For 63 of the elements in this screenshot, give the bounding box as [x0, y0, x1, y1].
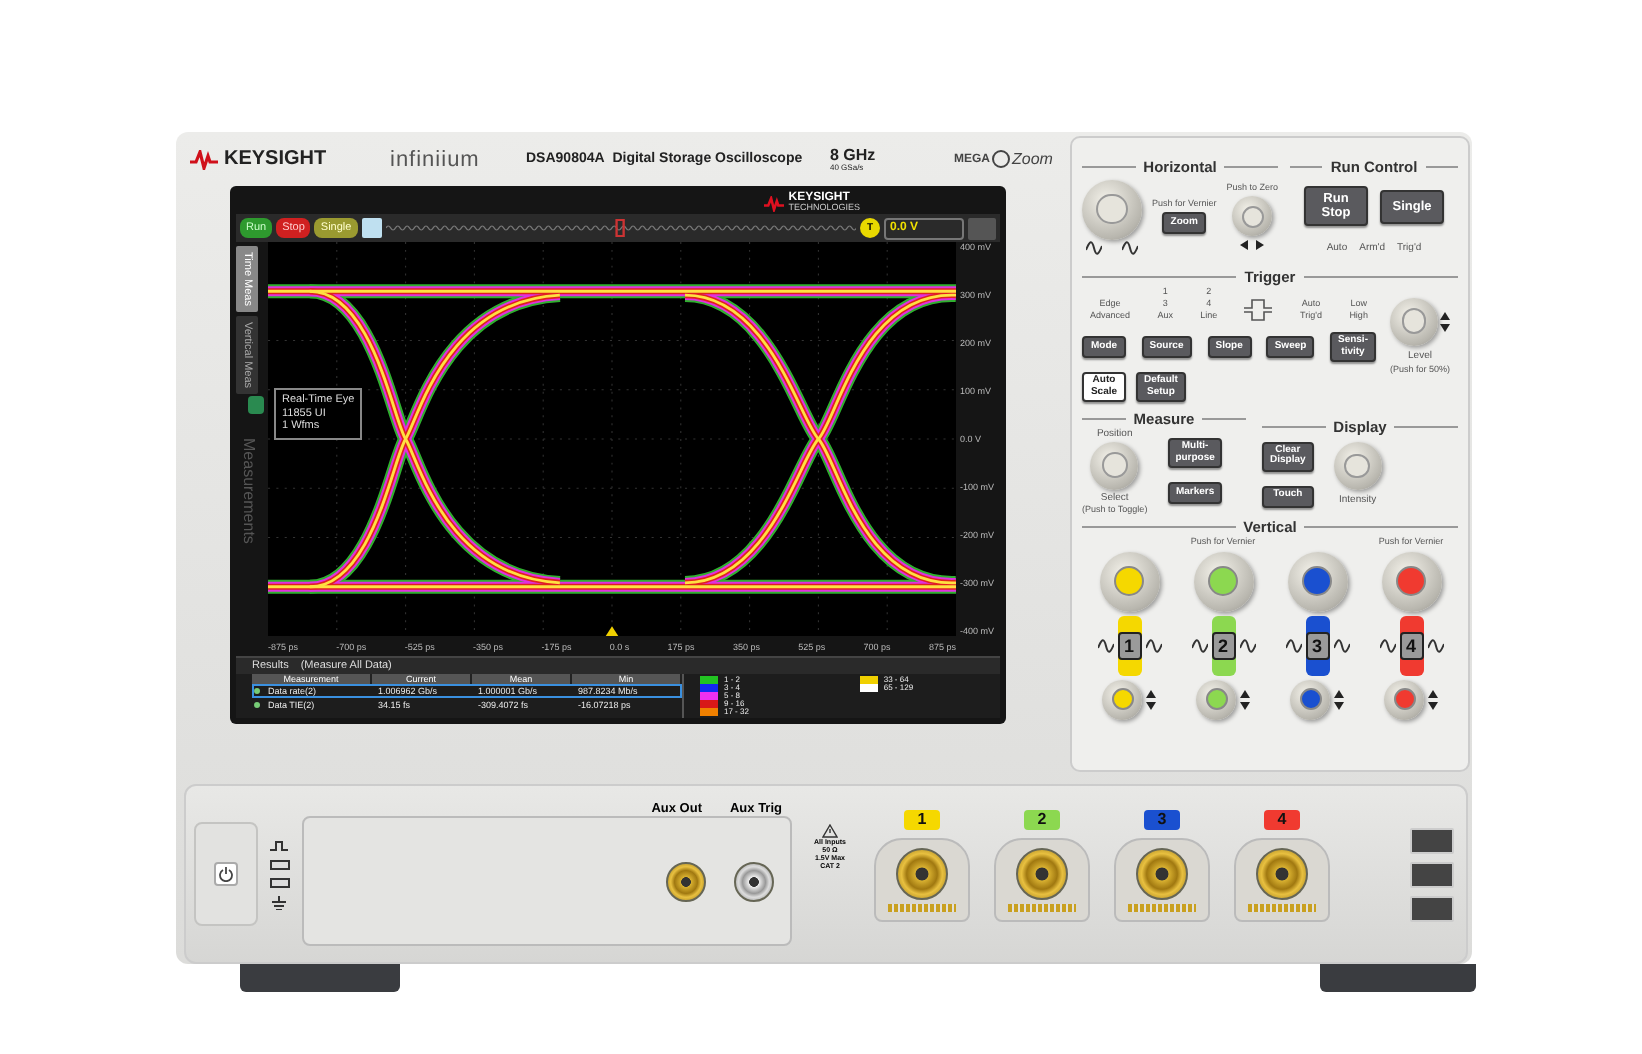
side-panel-label: Measurements [238, 438, 258, 544]
bnc-connector [734, 861, 774, 901]
channel-button[interactable]: 1 [1117, 631, 1141, 659]
status-dot-icon [254, 688, 260, 694]
circle-logo-icon [992, 150, 1010, 168]
channel-button[interactable]: 2 [1211, 631, 1235, 659]
zoom-label: Zoom [1012, 150, 1053, 168]
knob[interactable] [1082, 179, 1142, 239]
up-down-arrow-icon [1440, 311, 1450, 332]
knob[interactable] [1381, 551, 1441, 611]
trigger-marker-icon [605, 626, 619, 636]
knob[interactable] [1099, 551, 1159, 611]
bandwidth-label: 8 GHz [830, 147, 878, 163]
up-down-arrow-icon [1146, 689, 1156, 709]
wave-icon [1285, 637, 1301, 653]
bnc-connector [1136, 848, 1188, 900]
bnc-connector [1256, 848, 1308, 900]
power-button[interactable] [214, 862, 238, 886]
channel-marker-icon[interactable] [248, 396, 264, 414]
wave-icon [1145, 637, 1161, 653]
wave-icon [1191, 637, 1207, 653]
knob[interactable] [1384, 679, 1424, 719]
knob[interactable] [1390, 297, 1438, 346]
bnc-connector [666, 861, 706, 901]
wave-icon [1379, 637, 1395, 653]
knob[interactable] [1333, 442, 1382, 490]
logo-icon [764, 195, 785, 211]
bnc-connector [1016, 848, 1068, 900]
usb-port [1410, 827, 1454, 853]
channel-badge: 1 [904, 810, 940, 830]
ground-icon [270, 895, 288, 909]
knob[interactable] [1290, 679, 1330, 719]
usb-port [1410, 861, 1454, 887]
channel-badge: 3 [1144, 810, 1180, 830]
status-dot-icon [254, 702, 260, 708]
brand-name: KEYSIGHT [224, 148, 327, 170]
logo-icon [190, 149, 218, 169]
up-down-arrow-icon [1240, 689, 1250, 709]
knob[interactable] [1090, 441, 1139, 490]
channel-button[interactable]: 4 [1399, 631, 1423, 659]
channel-badge: 2 [1024, 810, 1060, 830]
series-name: infiniium [390, 147, 482, 171]
up-down-arrow-icon [1428, 689, 1438, 709]
up-down-arrow-icon [1334, 689, 1344, 709]
wave-icon [1239, 637, 1255, 653]
wave-icon [1427, 637, 1443, 653]
wave-icon [1333, 637, 1349, 653]
bnc-connector [896, 848, 948, 900]
warning-icon [822, 823, 838, 837]
knob[interactable] [1102, 679, 1142, 719]
channel-button[interactable]: 3 [1305, 631, 1329, 659]
wave-icon [1122, 239, 1138, 255]
usb-port [1410, 895, 1454, 921]
knob[interactable] [1232, 196, 1273, 237]
wave-icon [1086, 239, 1102, 255]
wave-icon [1097, 637, 1113, 653]
slope-icon [1244, 298, 1273, 322]
pulse-icon [270, 839, 288, 851]
knob[interactable] [1196, 679, 1236, 719]
channel-badge: 4 [1264, 810, 1300, 830]
left-right-arrow-icon [1240, 240, 1265, 251]
knob[interactable] [1193, 551, 1253, 611]
knob[interactable] [1287, 551, 1347, 611]
